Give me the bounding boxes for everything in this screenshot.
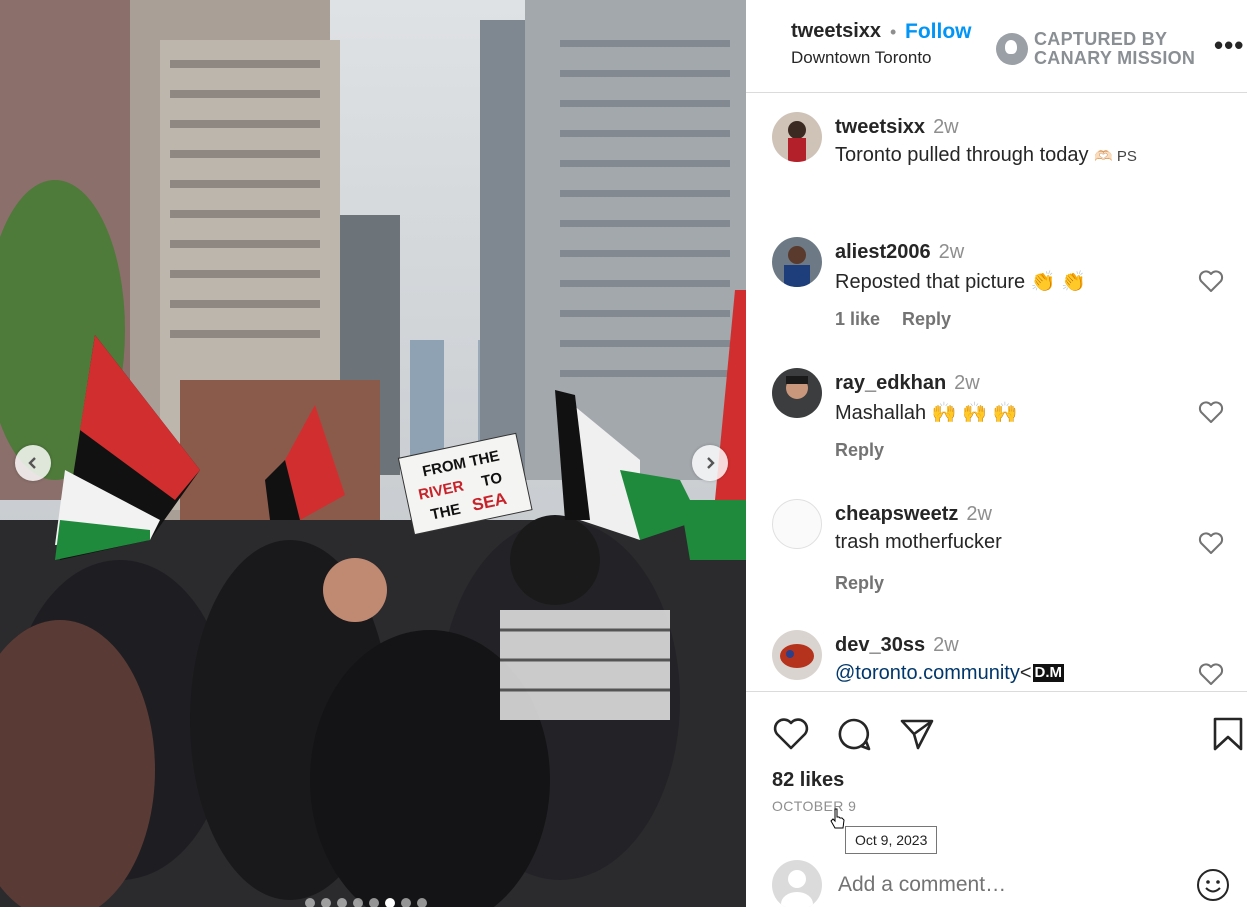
add-comment-bar (746, 851, 1247, 907)
comment-time: 2w (933, 116, 959, 138)
reply-button[interactable]: Reply (835, 440, 884, 461)
post-photo[interactable]: FROM THE RIVER TO THE SEA (0, 0, 746, 907)
avatar[interactable] (772, 630, 822, 680)
protest-photo-scene: FROM THE RIVER TO THE SEA (0, 0, 746, 907)
avatar[interactable] (772, 368, 822, 418)
captured-by-badge: CAPTURED BY CANARY MISSION (996, 30, 1195, 68)
date-tooltip: Oct 9, 2023 (845, 826, 938, 854)
comment-text: Toronto pulled through today 🫶🏻 PS (835, 144, 1137, 166)
like-comment-heart-icon[interactable] (1198, 662, 1224, 686)
follow-button[interactable]: Follow (905, 20, 972, 44)
dm-label: D.M (1032, 664, 1065, 682)
carousel-dot (417, 898, 427, 907)
comment-time: 2w (933, 634, 959, 656)
carousel-indicator (305, 898, 427, 907)
comment-text: Mashallah 🙌 🙌 🙌 (835, 402, 1018, 424)
canary-logo-icon (996, 33, 1028, 65)
comment-time: 2w (938, 241, 965, 263)
carousel-prev-button[interactable] (15, 445, 51, 481)
likes-count[interactable]: 82 likes (772, 769, 844, 792)
carousel-dot (305, 898, 315, 907)
comment-username[interactable]: cheapsweetz 2w (835, 503, 992, 526)
comment-username[interactable]: tweetsixx 2w (835, 116, 959, 139)
comment-meta: Reply (835, 440, 884, 461)
comment-text: Reposted that picture 👏 👏 (835, 271, 1087, 293)
current-user-avatar (772, 860, 822, 907)
carousel-dot (401, 898, 411, 907)
comments-list[interactable]: tweetsixx 2w Toronto pulled through today… (746, 94, 1247, 691)
chevron-right-icon (707, 457, 715, 469)
comment-likes-count[interactable]: 1 like (835, 309, 880, 330)
comment-username[interactable]: ray_edkhan 2w (835, 372, 980, 395)
chevron-left-icon (28, 457, 36, 469)
like-comment-heart-icon[interactable] (1198, 531, 1224, 555)
carousel-dot (385, 898, 395, 907)
avatar[interactable] (772, 499, 822, 549)
reply-button[interactable]: Reply (835, 573, 884, 594)
comment-bubble-icon[interactable] (835, 716, 873, 752)
post-side-panel: tweetsixx • Follow Downtown Toronto CAPT… (746, 0, 1247, 907)
bookmark-icon[interactable] (1209, 716, 1247, 752)
avatar[interactable] (772, 237, 822, 287)
add-comment-input[interactable] (838, 869, 1178, 901)
comment-username[interactable]: aliest2006 2w (835, 241, 964, 264)
comment-time: 2w (966, 503, 992, 525)
emoji-smiley-icon[interactable] (1196, 868, 1230, 902)
more-options-button[interactable]: ••• (1214, 30, 1244, 61)
paper-plane-icon[interactable] (898, 716, 936, 752)
captured-by-text: CAPTURED BY CANARY MISSION (1034, 29, 1196, 68)
carousel-dot (321, 898, 331, 907)
post-location[interactable]: Downtown Toronto (791, 48, 932, 68)
avatar[interactable] (772, 112, 822, 162)
comment-time: 2w (954, 372, 980, 394)
comment-username[interactable]: dev_30ss 2w (835, 634, 959, 657)
comment-meta: Reply (835, 573, 884, 594)
post-actions: 82 likes OCTOBER 9 Oct 9, 2023 (746, 691, 1247, 854)
post-author-username[interactable]: tweetsixx (791, 20, 881, 43)
comment-meta: 1 like Reply (835, 309, 951, 330)
carousel-dot (369, 898, 379, 907)
comment-text: trash motherfucker (835, 531, 1002, 553)
carousel-next-button[interactable] (692, 445, 728, 481)
reply-button[interactable]: Reply (902, 309, 951, 330)
header-separator: • (890, 22, 897, 42)
heart-icon[interactable] (772, 716, 810, 752)
mention-link[interactable]: @toronto.community (835, 662, 1020, 684)
carousel-dot (353, 898, 363, 907)
caption-emoji-text: 🫶🏻 PS (1094, 148, 1137, 165)
comment-text: @toronto.community< D.M (835, 662, 1065, 684)
like-comment-heart-icon[interactable] (1198, 269, 1224, 293)
post-header: tweetsixx • Follow Downtown Toronto CAPT… (746, 0, 1247, 93)
mouse-cursor-icon (830, 808, 845, 829)
like-comment-heart-icon[interactable] (1198, 400, 1224, 424)
carousel-dot (337, 898, 347, 907)
